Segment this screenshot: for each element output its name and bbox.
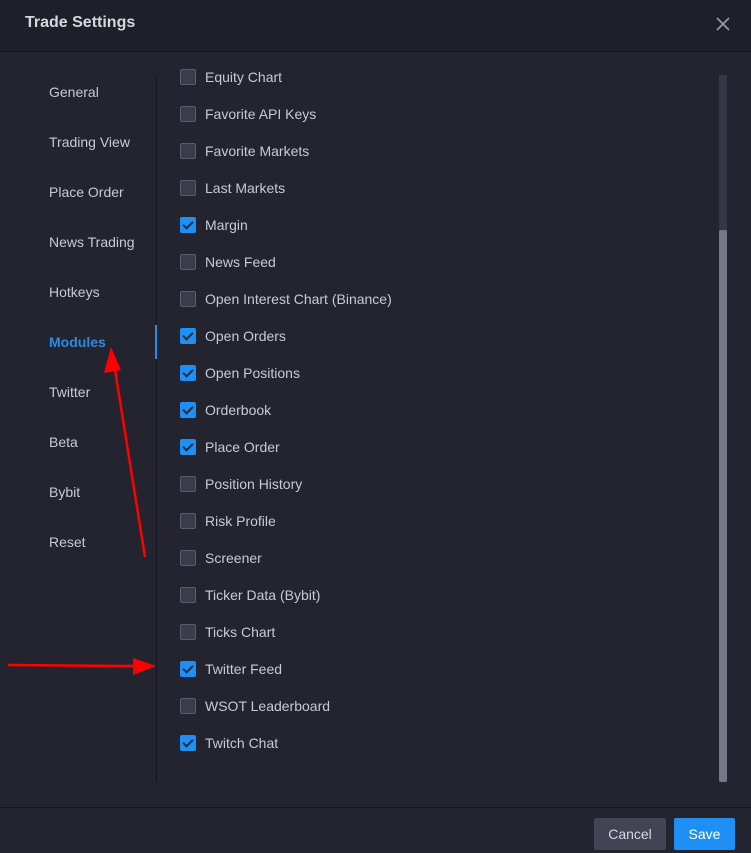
module-label: Favorite Markets <box>205 143 310 159</box>
checkbox-checked[interactable] <box>180 328 196 344</box>
checkbox-unchecked[interactable] <box>180 550 196 566</box>
checkbox-unchecked[interactable] <box>180 106 196 122</box>
checkbox-unchecked[interactable] <box>180 254 196 270</box>
module-label: Ticks Chart <box>205 624 276 640</box>
checkbox-unchecked[interactable] <box>180 180 196 196</box>
module-label: Ticker Data (Bybit) <box>205 587 321 603</box>
module-row[interactable]: Open Positions <box>180 363 300 383</box>
checkbox-unchecked[interactable] <box>180 476 196 492</box>
sidebar-item-bybit[interactable]: Bybit <box>49 484 80 500</box>
module-row[interactable]: Screener <box>180 548 262 568</box>
module-row[interactable]: Last Markets <box>180 178 285 198</box>
module-row[interactable]: Favorite Markets <box>180 141 309 161</box>
save-button[interactable]: Save <box>674 818 735 850</box>
module-label: Last Markets <box>205 180 286 196</box>
modal-header: Trade Settings <box>0 0 751 52</box>
module-row[interactable]: Orderbook <box>180 400 271 420</box>
checkbox-checked[interactable] <box>180 735 196 751</box>
module-label: Favorite API Keys <box>205 106 317 122</box>
module-label: News Feed <box>205 254 276 270</box>
sidebar-item-twitter[interactable]: Twitter <box>49 384 90 400</box>
checkbox-checked[interactable] <box>180 217 196 233</box>
module-label: Open Interest Chart (Binance) <box>205 291 392 307</box>
footer-divider <box>0 807 751 808</box>
module-label: Twitter Feed <box>205 661 283 677</box>
close-icon <box>716 17 730 31</box>
checkbox-unchecked[interactable] <box>180 698 196 714</box>
module-row[interactable]: Position History <box>180 474 302 494</box>
checkbox-unchecked[interactable] <box>180 143 196 159</box>
sidebar-item-trading-view[interactable]: Trading View <box>49 134 130 150</box>
module-label: Open Positions <box>205 365 300 381</box>
module-label: Twitch Chat <box>205 735 279 751</box>
sidebar-item-modules[interactable]: Modules <box>49 334 106 350</box>
trade-settings-modal: Trade Settings General Trading View Place … <box>0 0 751 853</box>
module-row[interactable]: Ticks Chart <box>180 622 275 642</box>
module-label: Place Order <box>205 439 280 455</box>
module-label: Screener <box>205 550 262 566</box>
sidebar-item-place-order[interactable]: Place Order <box>49 184 124 200</box>
checkbox-checked[interactable] <box>180 402 196 418</box>
close-button[interactable] <box>714 15 732 33</box>
sidebar-item-general[interactable]: General <box>49 84 99 100</box>
sidebar-item-news-trading[interactable]: News Trading <box>49 234 135 250</box>
sidebar-item-reset[interactable]: Reset <box>49 534 86 550</box>
module-row[interactable]: Risk Profile <box>180 511 276 531</box>
modal-title: Trade Settings <box>25 14 136 31</box>
checkbox-checked[interactable] <box>180 439 196 455</box>
module-label: Position History <box>205 476 303 492</box>
module-row[interactable]: Open Interest Chart (Binance) <box>180 289 392 309</box>
settings-sidebar: General Trading View Place Order News Tradi… <box>0 52 156 806</box>
module-row[interactable]: Open Orders <box>180 326 286 346</box>
module-label: WSOT Leaderboard <box>205 698 331 714</box>
sidebar-item-hotkeys[interactable]: Hotkeys <box>49 284 100 300</box>
module-row[interactable]: Place Order <box>180 437 280 457</box>
checkbox-unchecked[interactable] <box>180 513 196 529</box>
checkbox-unchecked[interactable] <box>180 69 196 85</box>
module-label: Equity Chart <box>205 69 283 85</box>
modules-list: Equity Chart Favorite API Keys Favorite Ma… <box>157 52 717 806</box>
module-row[interactable]: Favorite API Keys <box>180 104 316 124</box>
checkbox-unchecked[interactable] <box>180 587 196 603</box>
scrollbar-thumb[interactable] <box>719 230 727 782</box>
module-row[interactable]: WSOT Leaderboard <box>180 696 330 716</box>
module-label: Orderbook <box>205 402 272 418</box>
cancel-button[interactable]: Cancel <box>594 818 666 850</box>
module-label: Risk Profile <box>205 513 276 529</box>
checkbox-unchecked[interactable] <box>180 291 196 307</box>
module-row[interactable]: News Feed <box>180 252 276 272</box>
module-label: Margin <box>205 217 248 233</box>
module-label: Open Orders <box>205 328 286 344</box>
checkbox-checked[interactable] <box>180 661 196 677</box>
module-row[interactable]: Equity Chart <box>180 67 282 87</box>
module-row[interactable]: Margin <box>180 215 248 235</box>
sidebar-item-beta[interactable]: Beta <box>49 434 78 450</box>
module-row[interactable]: Ticker Data (Bybit) <box>180 585 320 605</box>
module-row[interactable]: Twitch Chat <box>180 733 278 753</box>
module-row[interactable]: Twitter Feed <box>180 659 282 679</box>
checkbox-checked[interactable] <box>180 365 196 381</box>
checkbox-unchecked[interactable] <box>180 624 196 640</box>
